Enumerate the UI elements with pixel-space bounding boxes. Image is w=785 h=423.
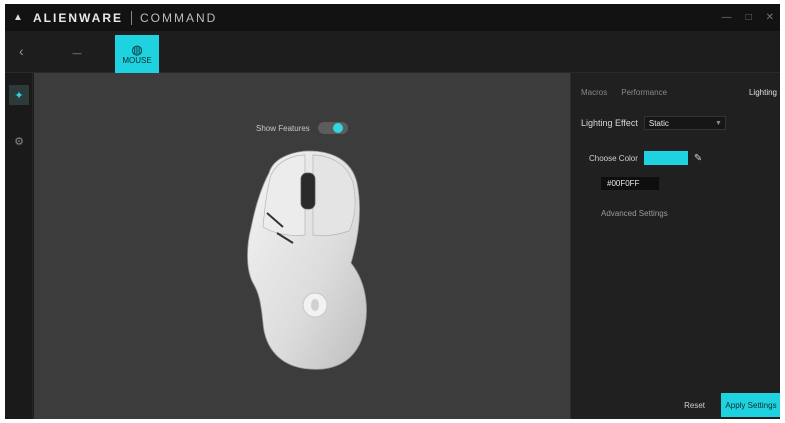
back-arrow-icon[interactable]: ‹ [19, 43, 24, 59]
device-tab-bar: ‹ — ◍ MOUSE [5, 31, 780, 73]
color-label: Choose Color [589, 153, 638, 163]
app-section: COMMAND [140, 10, 218, 25]
settings-icon[interactable]: ⚙ [9, 131, 29, 151]
lighting-icon[interactable]: ✦ [9, 85, 29, 105]
tab-label: — [72, 48, 82, 58]
tab-label: MOUSE [122, 56, 152, 65]
alien-logo-icon: ▲ [13, 11, 23, 23]
advanced-settings-link[interactable]: Advanced Settings [601, 209, 668, 218]
tab-lighting[interactable]: Lighting [749, 88, 777, 97]
settings-panel: Macros Performance Lighting Lighting Eff… [570, 73, 780, 419]
lighting-effect-row: Lighting Effect Static ▼ [581, 115, 777, 131]
minimize-icon[interactable]: — [722, 12, 732, 23]
panel-tabs: Macros Performance Lighting [581, 83, 777, 101]
app-window: ▲ ALIENWARE COMMAND — □ ✕ ‹ — ◍ MOUSE ✦ … [5, 4, 780, 419]
color-row: Choose Color ✎ [589, 150, 702, 166]
apply-button[interactable]: Apply Settings [721, 393, 780, 417]
tab-macros[interactable]: Macros [581, 88, 607, 97]
chevron-down-icon: ▼ [714, 119, 722, 127]
close-icon[interactable]: ✕ [766, 12, 774, 23]
left-rail: ✦ ⚙ [5, 73, 33, 419]
device-canvas: Show Features [34, 73, 570, 419]
scroll-wheel [300, 172, 316, 210]
eyedropper-icon[interactable]: ✎ [694, 153, 702, 164]
toggle-label: Show Features [256, 123, 310, 133]
color-swatch[interactable] [643, 151, 688, 165]
title-bar: ▲ ALIENWARE COMMAND — □ ✕ [5, 4, 780, 31]
show-features-toggle[interactable]: Show Features [256, 120, 348, 136]
window-controls: — □ ✕ [722, 12, 774, 23]
toggle-knob [332, 123, 343, 133]
lighting-mode-select[interactable]: Static ▼ [643, 116, 726, 130]
mouse-left-button [262, 154, 306, 236]
title-divider [131, 10, 132, 25]
reset-button[interactable]: Reset [674, 395, 715, 415]
maximize-icon[interactable]: □ [746, 12, 752, 23]
mouse-image [247, 150, 367, 370]
tab-device-other[interactable]: — [45, 39, 109, 67]
tab-mouse[interactable]: ◍ MOUSE [115, 35, 159, 73]
mode-value: Static [648, 118, 669, 128]
tab-performance[interactable]: Performance [621, 88, 667, 97]
panel-footer: Reset Apply Settings [661, 391, 780, 419]
mouse-icon: ◍ [131, 42, 143, 57]
app-name: ALIENWARE [33, 10, 123, 25]
lighting-effect-label: Lighting Effect [581, 118, 638, 128]
toggle-switch[interactable] [317, 122, 348, 134]
hex-color-field[interactable]: #00F0FF [601, 177, 659, 190]
